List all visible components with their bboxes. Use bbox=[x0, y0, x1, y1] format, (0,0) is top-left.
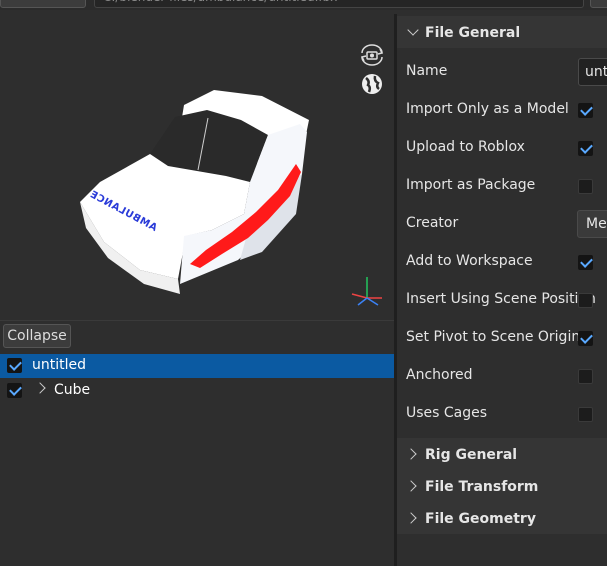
import-properties-panel: File General Name untitled Import Only a… bbox=[397, 14, 607, 566]
row-import-as-package: Import as Package bbox=[397, 167, 607, 205]
row-insert-scene-position: Insert Using Scene Position bbox=[406, 291, 596, 308]
upload-to-roblox-checkbox[interactable] bbox=[578, 141, 593, 156]
row-name: Name untitled bbox=[397, 53, 607, 91]
viewport-divider bbox=[0, 320, 394, 321]
section-file-geometry[interactable]: File Geometry bbox=[397, 502, 607, 534]
uses-cages-checkbox[interactable] bbox=[578, 407, 593, 422]
import-only-model-checkbox[interactable] bbox=[578, 103, 593, 118]
row-set-pivot: Set Pivot to Scene Origin bbox=[397, 319, 607, 357]
axis-gizmo-icon bbox=[351, 277, 382, 306]
section-file-general[interactable]: File General bbox=[397, 16, 607, 48]
expand-chevron-icon[interactable] bbox=[34, 382, 46, 394]
row-creator: Creator Me bbox=[397, 205, 607, 243]
camera-rotate-icon[interactable] bbox=[358, 43, 386, 67]
import-as-package-checkbox[interactable] bbox=[578, 179, 593, 194]
set-pivot-checkbox[interactable] bbox=[578, 331, 593, 346]
chevron-down-icon bbox=[407, 24, 419, 36]
browse-button[interactable]: Browse... bbox=[0, 0, 86, 8]
row-add-to-workspace: Add to Workspace bbox=[397, 243, 607, 281]
chevron-right-icon bbox=[405, 480, 417, 492]
row-uses-cages: Uses Cages bbox=[397, 395, 607, 433]
top-bar: Browse... C:/blender files/ambulance/unt… bbox=[0, 0, 607, 10]
name-input[interactable]: untitled bbox=[578, 58, 607, 86]
top-right-button[interactable] bbox=[590, 0, 607, 8]
creator-dropdown[interactable]: Me bbox=[577, 210, 607, 238]
section-file-transform[interactable]: File Transform bbox=[397, 470, 607, 502]
untitled-checkbox[interactable] bbox=[7, 358, 22, 373]
collapse-button[interactable]: Collapse bbox=[3, 324, 71, 348]
globe-icon[interactable] bbox=[360, 72, 384, 96]
row-upload-to-roblox: Upload to Roblox bbox=[397, 129, 607, 167]
add-to-workspace-checkbox[interactable] bbox=[578, 255, 593, 270]
tree-item-untitled[interactable]: untitled bbox=[0, 354, 394, 378]
cube-checkbox[interactable] bbox=[7, 383, 22, 398]
section-rig-general[interactable]: Rig General bbox=[397, 438, 607, 470]
file-path-field[interactable]: C:/blender files/ambulance/untitled.fbx bbox=[94, 0, 584, 8]
row-import-only-model: Import Only as a Model bbox=[397, 91, 607, 129]
chevron-right-icon bbox=[405, 448, 417, 460]
insert-scene-position-checkbox[interactable] bbox=[578, 293, 593, 308]
chevron-right-icon bbox=[405, 512, 417, 524]
tree-item-cube[interactable]: Cube bbox=[0, 379, 394, 403]
tree-item-label: Cube bbox=[54, 382, 91, 398]
ambulance-model bbox=[80, 90, 309, 294]
model-viewport[interactable]: AMBULANCE bbox=[0, 14, 394, 320]
tree-item-label: untitled bbox=[32, 357, 87, 373]
anchored-checkbox[interactable] bbox=[578, 369, 593, 384]
row-anchored: Anchored bbox=[397, 357, 607, 395]
